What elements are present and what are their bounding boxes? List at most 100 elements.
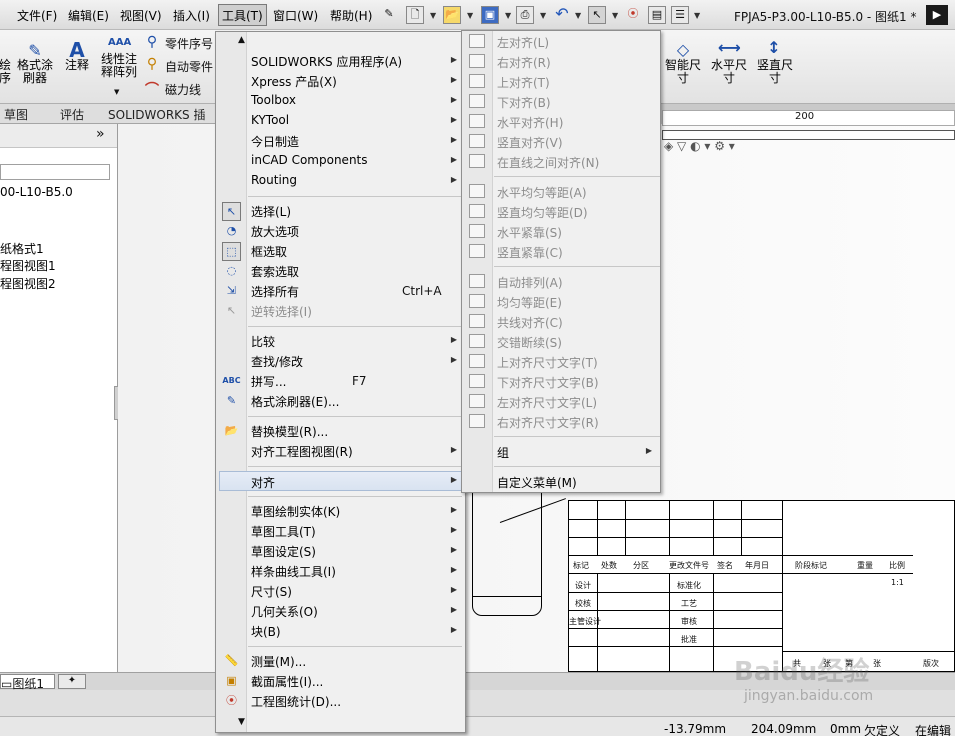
tab-sketch[interactable]: 草图 bbox=[4, 106, 28, 123]
scroll-down-icon[interactable]: ▼ bbox=[238, 717, 245, 727]
menu-item-select[interactable]: 选择(L) bbox=[251, 203, 291, 220]
menu-item-xpress[interactable]: Xpress 产品(X) bbox=[251, 73, 337, 90]
menu-item-routing[interactable]: Routing bbox=[251, 173, 297, 187]
menu-item-label: 对齐工程图视图(R) bbox=[251, 445, 353, 459]
menu-item-align-drawing-view[interactable]: 对齐工程图视图(R) bbox=[251, 443, 353, 460]
submenu-arrow-icon: ▶ bbox=[450, 525, 457, 534]
align-left-icon bbox=[469, 34, 485, 48]
menu-item-dimensions[interactable]: 尺寸(S) bbox=[251, 583, 292, 600]
menu-insert[interactable]: 插入(I) bbox=[173, 7, 210, 24]
new-dropdown-icon[interactable]: ▼ bbox=[430, 11, 436, 20]
tree-item-drawing-view-1[interactable]: 程图视图1 bbox=[0, 257, 56, 274]
options-icon[interactable]: ☰ bbox=[671, 6, 689, 24]
options-dropdown-icon[interactable]: ▼ bbox=[694, 11, 700, 20]
menu-edit[interactable]: 编辑(E) bbox=[68, 7, 109, 24]
annotation-command[interactable]: 注释 bbox=[63, 59, 91, 72]
menu-item-sketch-settings[interactable]: 草图设定(S) bbox=[251, 543, 316, 560]
magnetic-line-command[interactable]: 磁力线 bbox=[165, 81, 201, 98]
menu-item-format-painter[interactable]: 格式涂刷器(E)... bbox=[251, 393, 339, 410]
menu-item-incad[interactable]: inCAD Components bbox=[251, 153, 368, 167]
scroll-up-icon[interactable]: ▲ bbox=[238, 35, 245, 45]
print-dropdown-icon[interactable]: ▼ bbox=[540, 11, 546, 20]
open-dropdown-icon[interactable]: ▼ bbox=[467, 11, 473, 20]
menu-item-select-all[interactable]: 选择所有 bbox=[251, 283, 299, 300]
menu-tools[interactable]: 工具(T) bbox=[218, 4, 267, 26]
linear-pattern-icon[interactable]: AAA bbox=[108, 37, 131, 48]
submenu-arrow-icon: ▶ bbox=[450, 545, 457, 554]
menu-item-box-select[interactable]: 框选取 bbox=[251, 243, 287, 260]
auto-balloon-command[interactable]: 自动零件 bbox=[165, 58, 213, 75]
heads-up-toolbar[interactable]: ◈ ▽ ◐ ▾ ⚙ ▾ bbox=[664, 139, 735, 153]
menu-item-spline-tools[interactable]: 样条曲线工具(I) bbox=[251, 563, 336, 580]
menu-item-sketch-entities[interactable]: 草图绘制实体(K) bbox=[251, 503, 340, 520]
menu-item-spelling[interactable]: 拼写... bbox=[251, 373, 286, 390]
vertical-dimension-icon[interactable]: ↕ bbox=[763, 38, 785, 57]
menu-item-solidworks-apps[interactable]: SOLIDWORKS 应用程序(A) bbox=[251, 53, 402, 70]
save-dropdown-icon[interactable]: ▼ bbox=[505, 11, 511, 20]
menu-item-section-properties[interactable]: 截面属性(I)... bbox=[251, 673, 323, 690]
horizontal-dimension-command[interactable]: 水平尺 寸 bbox=[707, 59, 751, 85]
undo-icon[interactable]: ↶ bbox=[553, 6, 571, 24]
menu-item-find-modify[interactable]: 查找/修改 bbox=[251, 353, 303, 370]
tb-scale-value: 1:1 bbox=[891, 578, 904, 587]
menu-window[interactable]: 窗口(W) bbox=[273, 7, 318, 24]
menu-item-compare[interactable]: 比较 bbox=[251, 333, 275, 350]
menu-file[interactable]: 文件(F) bbox=[17, 7, 57, 24]
submenu-item-group[interactable]: 组 bbox=[497, 444, 509, 461]
command-prompt-icon[interactable]: ▶ bbox=[926, 5, 948, 25]
pin-icon[interactable]: ✎ bbox=[380, 6, 398, 24]
magnetic-line-icon[interactable]: ⌒ bbox=[143, 79, 161, 99]
tab-evaluate[interactable]: 评估 bbox=[60, 106, 84, 123]
submenu-item-customize-menu[interactable]: 自定义菜单(M) bbox=[497, 474, 577, 491]
horizontal-dimension-icon[interactable]: ⟷ bbox=[718, 38, 741, 57]
print-icon[interactable]: ⎙ bbox=[516, 6, 534, 24]
tree-item-drawing-view-2[interactable]: 程图视图2 bbox=[0, 275, 56, 292]
menu-item-blocks[interactable]: 块(B) bbox=[251, 623, 281, 640]
add-sheet-icon[interactable]: ✦ bbox=[58, 674, 86, 689]
menu-help[interactable]: 帮助(H) bbox=[330, 7, 372, 24]
save-icon[interactable]: ▣ bbox=[481, 6, 499, 24]
undo-dropdown-icon[interactable]: ▼ bbox=[575, 11, 581, 20]
open-folder-icon[interactable]: 📂 bbox=[443, 6, 461, 24]
tree-root[interactable]: 00-L10-B5.0 bbox=[0, 185, 73, 199]
new-document-icon[interactable]: 🗋 bbox=[406, 6, 424, 24]
feature-tree-panel: » 00-L10-B5.0 纸格式1 程图视图1 程图视图2 bbox=[0, 124, 120, 672]
menu-item-replace-model[interactable]: 替换模型(R)... bbox=[251, 423, 328, 440]
sheet-tab-1[interactable]: ▭图纸1 bbox=[0, 674, 55, 691]
linear-pattern-dropdown-icon[interactable]: ▼ bbox=[114, 88, 119, 96]
format-painter-command[interactable]: 格式涂 刷器 bbox=[14, 59, 56, 85]
submenu-item-compact-vertical: 竖直紧靠(C) bbox=[497, 246, 563, 260]
submenu-separator bbox=[494, 436, 660, 437]
menu-item-drawing-statistics[interactable]: 工程图统计(D)... bbox=[251, 693, 341, 710]
balloon-command[interactable]: 零件序号 bbox=[165, 35, 213, 52]
vertical-dimension-command[interactable]: 竖直尺 寸 bbox=[752, 59, 798, 85]
menu-view[interactable]: 视图(V) bbox=[120, 7, 162, 24]
menu-item-label: 套索选取 bbox=[251, 265, 300, 279]
partial-command-label[interactable]: 绘 序 bbox=[0, 59, 12, 85]
menu-item-sketch-tools[interactable]: 草图工具(T) bbox=[251, 523, 316, 540]
file-properties-icon[interactable]: ▤ bbox=[648, 6, 666, 24]
balloon-icon[interactable]: ⚲ bbox=[143, 34, 161, 50]
tree-item-sheet-format[interactable]: 纸格式1 bbox=[0, 240, 44, 257]
title-block[interactable]: 标记 处数 分区 更改文件号 签名 年月日 设计 校核 主管设计 标准化 工艺 … bbox=[568, 500, 955, 674]
rebuild-traffic-light-icon[interactable]: ⦿ bbox=[624, 6, 642, 24]
menu-item-measure[interactable]: 测量(M)... bbox=[251, 653, 306, 670]
auto-balloon-icon[interactable]: ⚲ bbox=[143, 56, 161, 72]
menu-item-relations[interactable]: 几何关系(O) bbox=[251, 603, 318, 620]
expand-panel-icon[interactable]: » bbox=[96, 126, 105, 142]
filter-input[interactable] bbox=[0, 164, 110, 180]
submenu-arrow-icon: ▶ bbox=[450, 605, 457, 614]
select-dropdown-icon[interactable]: ▼ bbox=[612, 11, 618, 20]
menu-item-toolbox[interactable]: Toolbox bbox=[251, 93, 296, 107]
linear-pattern-command[interactable]: 线性注 释阵列 bbox=[97, 53, 141, 79]
menu-item-align[interactable]: 对齐 bbox=[219, 471, 462, 491]
menu-item-today-manufacturing[interactable]: 今日制造 bbox=[251, 133, 299, 150]
menu-item-lasso-select[interactable]: 套索选取 bbox=[251, 263, 299, 280]
menu-item-magnify-select[interactable]: 放大选项 bbox=[251, 223, 299, 240]
menu-item-kytool[interactable]: KYTool bbox=[251, 113, 289, 127]
title-block-header-row: 标记 处数 分区 更改文件号 签名 年月日 bbox=[569, 555, 783, 573]
select-cursor-icon[interactable]: ↖ bbox=[588, 6, 606, 24]
smart-dimension-icon[interactable]: ◇ bbox=[673, 40, 693, 59]
smart-dimension-command[interactable]: 智能尺 寸 bbox=[661, 59, 705, 85]
compact-horizontal-icon bbox=[469, 224, 485, 238]
